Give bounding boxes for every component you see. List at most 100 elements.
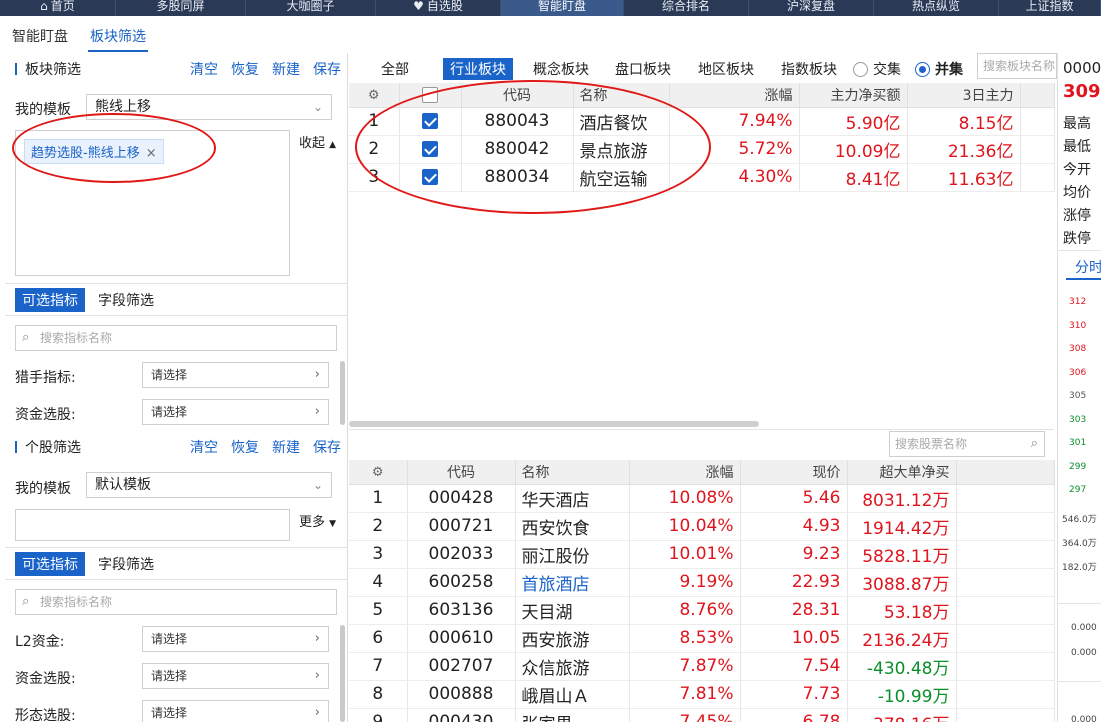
stock-name[interactable]: 张家界: [515, 708, 630, 722]
template-select[interactable]: 熊线上移 ⌄: [86, 94, 332, 120]
tab-field-filter[interactable]: 字段筛选: [91, 552, 161, 576]
row-checkbox[interactable]: [422, 169, 438, 185]
tab-intraday[interactable]: 分时: [1075, 257, 1101, 277]
column-header-name[interactable]: 名称: [515, 460, 630, 485]
table-row[interactable]: 3 880034 航空运输 4.30% 8.41亿 11.63亿: [349, 163, 1055, 192]
price-scale-label: 301: [1069, 438, 1087, 448]
column-header-net-buy[interactable]: 主力净买额: [799, 83, 908, 108]
fund-selection-picker[interactable]: 请选择 ›: [142, 399, 329, 425]
top-nav-item[interactable]: 上证指数: [999, 0, 1101, 16]
table-row[interactable]: 1 880043 酒店餐饮 7.94% 5.90亿 8.15亿: [349, 107, 1055, 136]
table-row[interactable]: 5 603136 天目湖 8.76% 28.31 53.18万: [349, 596, 1055, 625]
top-nav-item[interactable]: ♥ 自选股: [376, 0, 501, 16]
settings-column[interactable]: ⚙: [349, 460, 408, 485]
sector-type-market[interactable]: 盘口板块: [608, 58, 678, 80]
clear-button[interactable]: 清空: [190, 59, 218, 79]
hunter-indicator-picker[interactable]: 请选择 ›: [142, 362, 329, 388]
save-button[interactable]: 保存: [313, 437, 341, 457]
union-radio[interactable]: 并集: [915, 59, 963, 79]
column-header-name[interactable]: 名称: [573, 83, 670, 108]
vertical-scrollbar[interactable]: [340, 361, 345, 425]
select-all-column[interactable]: [399, 83, 462, 108]
sector-type-all[interactable]: 全部: [374, 58, 416, 80]
table-row[interactable]: 9000430张家界7.45%6.78378.16万: [349, 708, 1055, 722]
top-nav-item[interactable]: 热点纵览: [874, 0, 999, 16]
new-button[interactable]: 新建: [272, 437, 300, 457]
sector-type-industry[interactable]: 行业板块: [443, 58, 513, 80]
gear-icon[interactable]: ⚙: [372, 465, 384, 480]
column-header-code[interactable]: 代码: [461, 83, 574, 108]
fund-selection-picker[interactable]: 请选择 ›: [142, 663, 329, 689]
row-checkbox-cell[interactable]: [399, 135, 462, 164]
row-checkbox-cell[interactable]: [399, 107, 462, 136]
vertical-scrollbar[interactable]: [340, 625, 345, 722]
sector-search-input[interactable]: 搜索板块名称: [977, 53, 1057, 79]
close-icon[interactable]: ×: [146, 146, 157, 161]
stock-template-select[interactable]: 默认模板 ⌄: [86, 472, 332, 498]
table-row[interactable]: 8 000888 峨眉山Ａ 7.81% 7.73 -10.99万: [349, 680, 1055, 709]
sector-name[interactable]: 酒店餐饮: [573, 107, 670, 136]
table-row[interactable]: 2 880042 景点旅游 5.72% 10.09亿 21.36亿: [349, 135, 1055, 164]
stock-name[interactable]: 西安旅游: [515, 624, 630, 653]
column-header-code[interactable]: 代码: [407, 460, 516, 485]
tab-smart-watch[interactable]: 智能盯盘: [10, 22, 70, 52]
stock-name[interactable]: 首旅酒店: [515, 568, 630, 597]
collapse-button[interactable]: 收起 ▲: [299, 132, 336, 151]
tab-optional-indicators[interactable]: 可选指标: [15, 288, 85, 312]
sector-name[interactable]: 航空运输: [573, 163, 670, 192]
settings-column[interactable]: ⚙: [349, 83, 400, 108]
tab-sector-filter[interactable]: 板块筛选: [88, 22, 148, 52]
sector-type-index[interactable]: 指数板块: [774, 58, 844, 80]
save-button[interactable]: 保存: [313, 59, 341, 79]
stock-name[interactable]: 众信旅游: [515, 652, 630, 681]
gear-icon[interactable]: ⚙: [368, 88, 380, 103]
top-nav-item[interactable]: ⌂ 首页: [0, 0, 116, 16]
filter-tag[interactable]: 趋势选股-熊线上移 ×: [24, 139, 164, 164]
intersection-radio[interactable]: 交集: [853, 59, 901, 79]
column-header-price[interactable]: 现价: [740, 460, 848, 485]
restore-button[interactable]: 恢复: [231, 437, 259, 457]
stock-search-input[interactable]: 搜索股票名称 ⌕: [889, 431, 1045, 457]
top-nav-item[interactable]: 多股同屏: [116, 0, 246, 16]
more-button[interactable]: 更多 ▼: [299, 511, 336, 530]
top-nav-item[interactable]: 沪深复盘: [749, 0, 874, 16]
indicator-search-input[interactable]: ⌕ 搜索指标名称: [15, 325, 337, 351]
l2-fund-picker[interactable]: 请选择 ›: [142, 626, 329, 652]
stock-name[interactable]: 峨眉山Ａ: [515, 680, 630, 709]
horizontal-scrollbar[interactable]: [349, 421, 759, 427]
table-row[interactable]: 6 000610 西安旅游 8.53% 10.05 2136.24万: [349, 624, 1055, 653]
stock-code: 600258: [407, 568, 516, 597]
row-checkbox[interactable]: [422, 141, 438, 157]
column-header-change[interactable]: 涨幅: [629, 460, 741, 485]
clear-button[interactable]: 清空: [190, 437, 218, 457]
sector-type-concept[interactable]: 概念板块: [526, 58, 596, 80]
stock-name[interactable]: 天目湖: [515, 596, 630, 625]
stock-name[interactable]: 丽江股份: [515, 540, 630, 569]
top-nav-item[interactable]: 综合排名: [624, 0, 749, 16]
stock-super-large-net: 5828.11万: [847, 540, 957, 569]
top-nav-item[interactable]: 大咖圈子: [246, 0, 376, 16]
stock-name[interactable]: 西安饮食: [515, 512, 630, 541]
select-all-checkbox[interactable]: [422, 86, 438, 103]
new-button[interactable]: 新建: [272, 59, 300, 79]
tab-field-filter[interactable]: 字段筛选: [91, 288, 161, 312]
row-checkbox[interactable]: [422, 113, 438, 129]
sector-name[interactable]: 景点旅游: [573, 135, 670, 164]
table-row[interactable]: 2 000721 西安饮食 10.04% 4.93 1914.42万: [349, 512, 1055, 541]
tab-optional-indicators[interactable]: 可选指标: [15, 552, 85, 576]
sector-type-region[interactable]: 地区板块: [691, 58, 761, 80]
stock-indicator-search-input[interactable]: ⌕ 搜索指标名称: [15, 589, 337, 615]
sector-net-buy: 8.41亿: [799, 163, 908, 192]
table-row[interactable]: 4 600258 首旅酒店 9.19% 22.93 3088.87万: [349, 568, 1055, 597]
pattern-selection-picker[interactable]: 请选择 ›: [142, 700, 329, 722]
column-header-super-large-net[interactable]: 超大单净买: [847, 460, 957, 485]
row-checkbox-cell[interactable]: [399, 163, 462, 192]
table-row[interactable]: 7 002707 众信旅游 7.87% 7.54 -430.48万: [349, 652, 1055, 681]
top-nav-item[interactable]: 智能盯盘: [501, 0, 624, 16]
table-row[interactable]: 1 000428 华天酒店 10.08% 5.46 8031.12万: [349, 484, 1055, 513]
column-header-3day-main[interactable]: 3日主力: [907, 83, 1021, 108]
table-row[interactable]: 3 002033 丽江股份 10.01% 9.23 5828.11万: [349, 540, 1055, 569]
restore-button[interactable]: 恢复: [231, 59, 259, 79]
column-header-change[interactable]: 涨幅: [669, 83, 800, 108]
stock-name[interactable]: 华天酒店: [515, 484, 630, 513]
